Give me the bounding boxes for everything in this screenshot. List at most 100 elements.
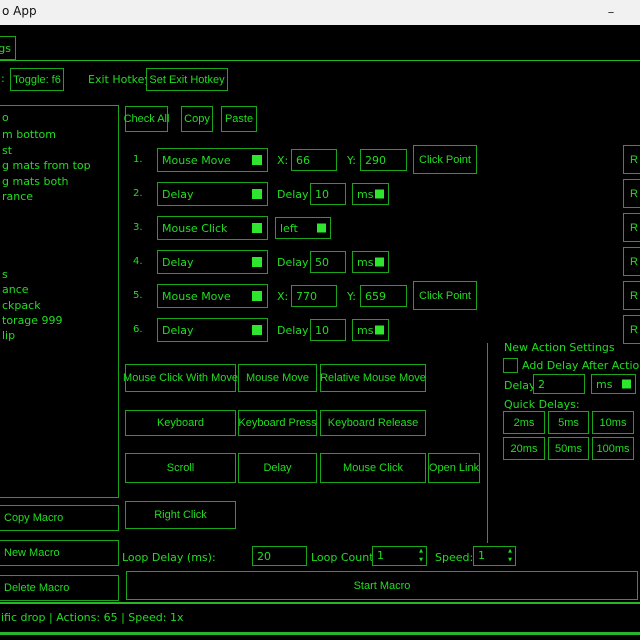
action-type-value: Mouse Move xyxy=(162,154,231,167)
app-window: o App – gs : Toggle: f6 Exit Hotkey: Set… xyxy=(0,0,640,640)
delay-unit-dropdown[interactable]: ms xyxy=(352,319,389,341)
action-type-value: Delay xyxy=(162,324,194,337)
copy-button[interactable]: Copy xyxy=(181,106,213,132)
loop-count-label: Loop Count: xyxy=(311,551,377,564)
loop-count-value: 1 xyxy=(377,549,384,562)
macro-list-item[interactable]: o xyxy=(2,111,9,124)
dropdown-indicator-icon xyxy=(252,223,262,233)
delay-unit-value: ms xyxy=(357,188,373,201)
action-row-number: 1. xyxy=(133,154,143,165)
palette-mouse-click-button[interactable]: Mouse Click xyxy=(320,453,426,483)
spinner-up-icon[interactable]: ▲ xyxy=(508,549,512,554)
macro-list-item[interactable]: m bottom xyxy=(2,128,56,141)
palette-relative-mouse-move-button[interactable]: Relative Mouse Move xyxy=(320,364,426,392)
loop-delay-input[interactable] xyxy=(252,546,307,566)
x-coordinate-input[interactable] xyxy=(291,285,337,307)
dropdown-indicator-icon xyxy=(252,155,262,165)
palette-mouse-click-with-move-button[interactable]: Mouse Click With Move xyxy=(125,364,236,392)
remove-button[interactable]: R xyxy=(623,315,640,344)
delay-label: Delay xyxy=(277,324,309,337)
palette-delay-button[interactable]: Delay xyxy=(238,453,317,483)
tab-settings[interactable]: gs xyxy=(0,36,16,60)
quick-delay-100ms-button[interactable]: 100ms xyxy=(592,437,634,460)
delay-unit-dropdown[interactable]: ms xyxy=(352,251,389,273)
mouse-button-value: left xyxy=(280,222,298,235)
quick-delay-20ms-button[interactable]: 20ms xyxy=(503,437,545,460)
delay-unit-value: ms xyxy=(357,324,373,337)
action-type-dropdown[interactable]: Delay xyxy=(157,250,268,274)
toggle-hotkey-button[interactable]: Toggle: f6 xyxy=(10,68,64,91)
click-point-button[interactable]: Click Point xyxy=(413,281,477,310)
remove-button[interactable]: R xyxy=(623,145,640,174)
delay-value-input[interactable] xyxy=(310,251,346,273)
speed-stepper[interactable]: 1 ▲ ▼ xyxy=(473,546,516,566)
new-action-delay-input[interactable] xyxy=(533,374,585,394)
action-type-dropdown[interactable]: Mouse Move xyxy=(157,284,268,308)
y-label: Y: xyxy=(347,290,356,303)
remove-button[interactable]: R xyxy=(623,247,640,276)
quick-delay-2ms-button[interactable]: 2ms xyxy=(503,411,545,434)
x-label: X: xyxy=(277,290,288,303)
dropdown-indicator-icon xyxy=(252,325,262,335)
minimize-button[interactable]: – xyxy=(594,0,628,25)
paste-button[interactable]: Paste xyxy=(221,106,257,132)
remove-button[interactable]: R xyxy=(623,281,640,310)
quick-delay-50ms-button[interactable]: 50ms xyxy=(548,437,589,460)
tab-strip-divider xyxy=(0,60,640,61)
action-type-dropdown[interactable]: Delay xyxy=(157,182,268,206)
mouse-button-dropdown[interactable]: left xyxy=(275,217,331,239)
palette-open-link-button[interactable]: Open Link xyxy=(428,453,480,483)
click-point-button[interactable]: Click Point xyxy=(413,145,477,174)
palette-scroll-button[interactable]: Scroll xyxy=(125,453,236,483)
new-action-settings-title: New Action Settings xyxy=(504,341,615,354)
spinner-down-icon[interactable]: ▼ xyxy=(419,558,423,563)
delay-unit-dropdown[interactable]: ms xyxy=(352,183,389,205)
y-coordinate-input[interactable] xyxy=(360,285,407,307)
spinner-down-icon[interactable]: ▼ xyxy=(508,558,512,563)
spinner-arrows: ▲ ▼ xyxy=(419,549,423,563)
remove-button[interactable]: R xyxy=(623,213,640,242)
delay-label: Delay xyxy=(277,256,309,269)
remove-button[interactable]: R xyxy=(623,179,640,208)
dropdown-indicator-icon xyxy=(622,380,631,389)
loop-delay-label: Loop Delay (ms): xyxy=(122,551,216,564)
x-coordinate-input[interactable] xyxy=(291,149,337,171)
loop-count-stepper[interactable]: 1 ▲ ▼ xyxy=(372,546,427,566)
minimize-icon: – xyxy=(608,5,615,20)
exit-hotkey-label: Exit Hotkey: xyxy=(88,73,154,86)
palette-keyboard-button[interactable]: Keyboard xyxy=(125,410,236,436)
copy-macro-button[interactable]: Copy Macro xyxy=(0,505,119,531)
y-coordinate-input[interactable] xyxy=(360,149,407,171)
speed-label: Speed: xyxy=(435,551,473,564)
delay-value-input[interactable] xyxy=(310,183,346,205)
dropdown-indicator-icon xyxy=(375,326,384,335)
action-row: 3. Mouse Click left R xyxy=(0,216,640,240)
action-row-number: 2. xyxy=(133,188,143,199)
action-row-number: 6. xyxy=(133,324,143,335)
add-delay-checkbox-label: Add Delay After Action xyxy=(522,359,640,372)
delay-value-input[interactable] xyxy=(310,319,346,341)
palette-mouse-move-button[interactable]: Mouse Move xyxy=(238,364,317,392)
dropdown-indicator-icon xyxy=(317,224,326,233)
check-all-button[interactable]: Check All xyxy=(125,106,168,132)
quick-delay-10ms-button[interactable]: 10ms xyxy=(592,411,634,434)
action-type-dropdown[interactable]: Mouse Click xyxy=(157,216,268,240)
quick-delay-5ms-button[interactable]: 5ms xyxy=(548,411,589,434)
action-type-dropdown[interactable]: Delay xyxy=(157,318,268,342)
new-action-unit-value: ms xyxy=(596,378,612,391)
set-exit-hotkey-button[interactable]: Set Exit Hotkey xyxy=(146,68,228,91)
add-delay-checkbox[interactable] xyxy=(503,358,518,373)
speed-value: 1 xyxy=(478,549,485,562)
delete-macro-button[interactable]: Delete Macro xyxy=(0,575,119,601)
new-action-unit-dropdown[interactable]: ms xyxy=(591,374,636,394)
spinner-up-icon[interactable]: ▲ xyxy=(419,549,423,554)
palette-keyboard-press-button[interactable]: Keyboard Press xyxy=(238,410,317,436)
action-type-dropdown[interactable]: Mouse Move xyxy=(157,148,268,172)
new-macro-button[interactable]: New Macro xyxy=(0,540,119,566)
dropdown-indicator-icon xyxy=(375,190,384,199)
action-type-value: Mouse Move xyxy=(162,290,231,303)
palette-right-click-button[interactable]: Right Click xyxy=(125,501,236,529)
start-macro-button[interactable]: Start Macro xyxy=(126,571,638,600)
action-type-value: Mouse Click xyxy=(162,222,227,235)
palette-keyboard-release-button[interactable]: Keyboard Release xyxy=(320,410,426,436)
